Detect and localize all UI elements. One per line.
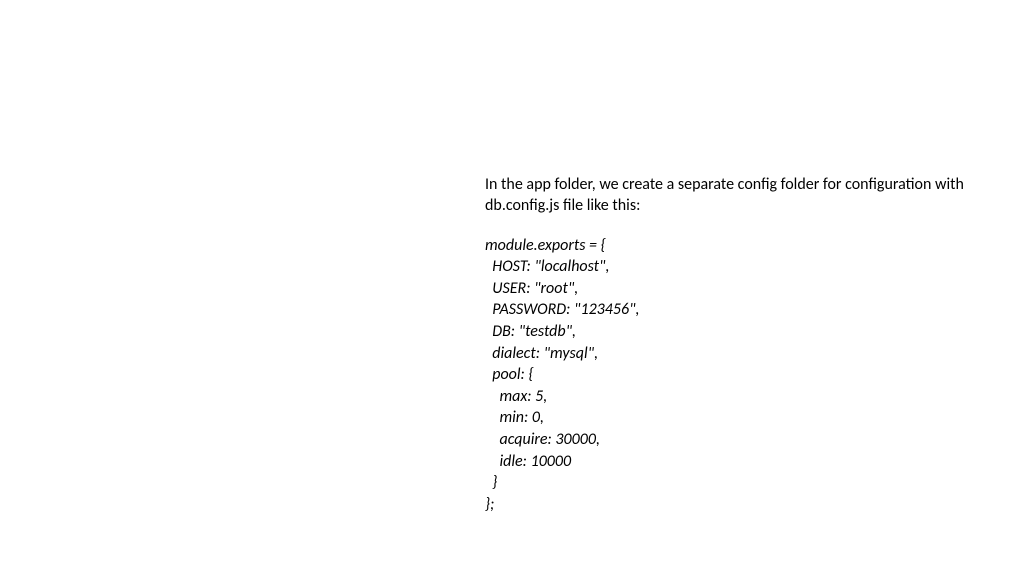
slide-content: In the app folder, we create a separate … (485, 175, 965, 515)
intro-paragraph: In the app folder, we create a separate … (485, 175, 965, 217)
code-block: module.exports = { HOST: "localhost", US… (485, 235, 965, 516)
